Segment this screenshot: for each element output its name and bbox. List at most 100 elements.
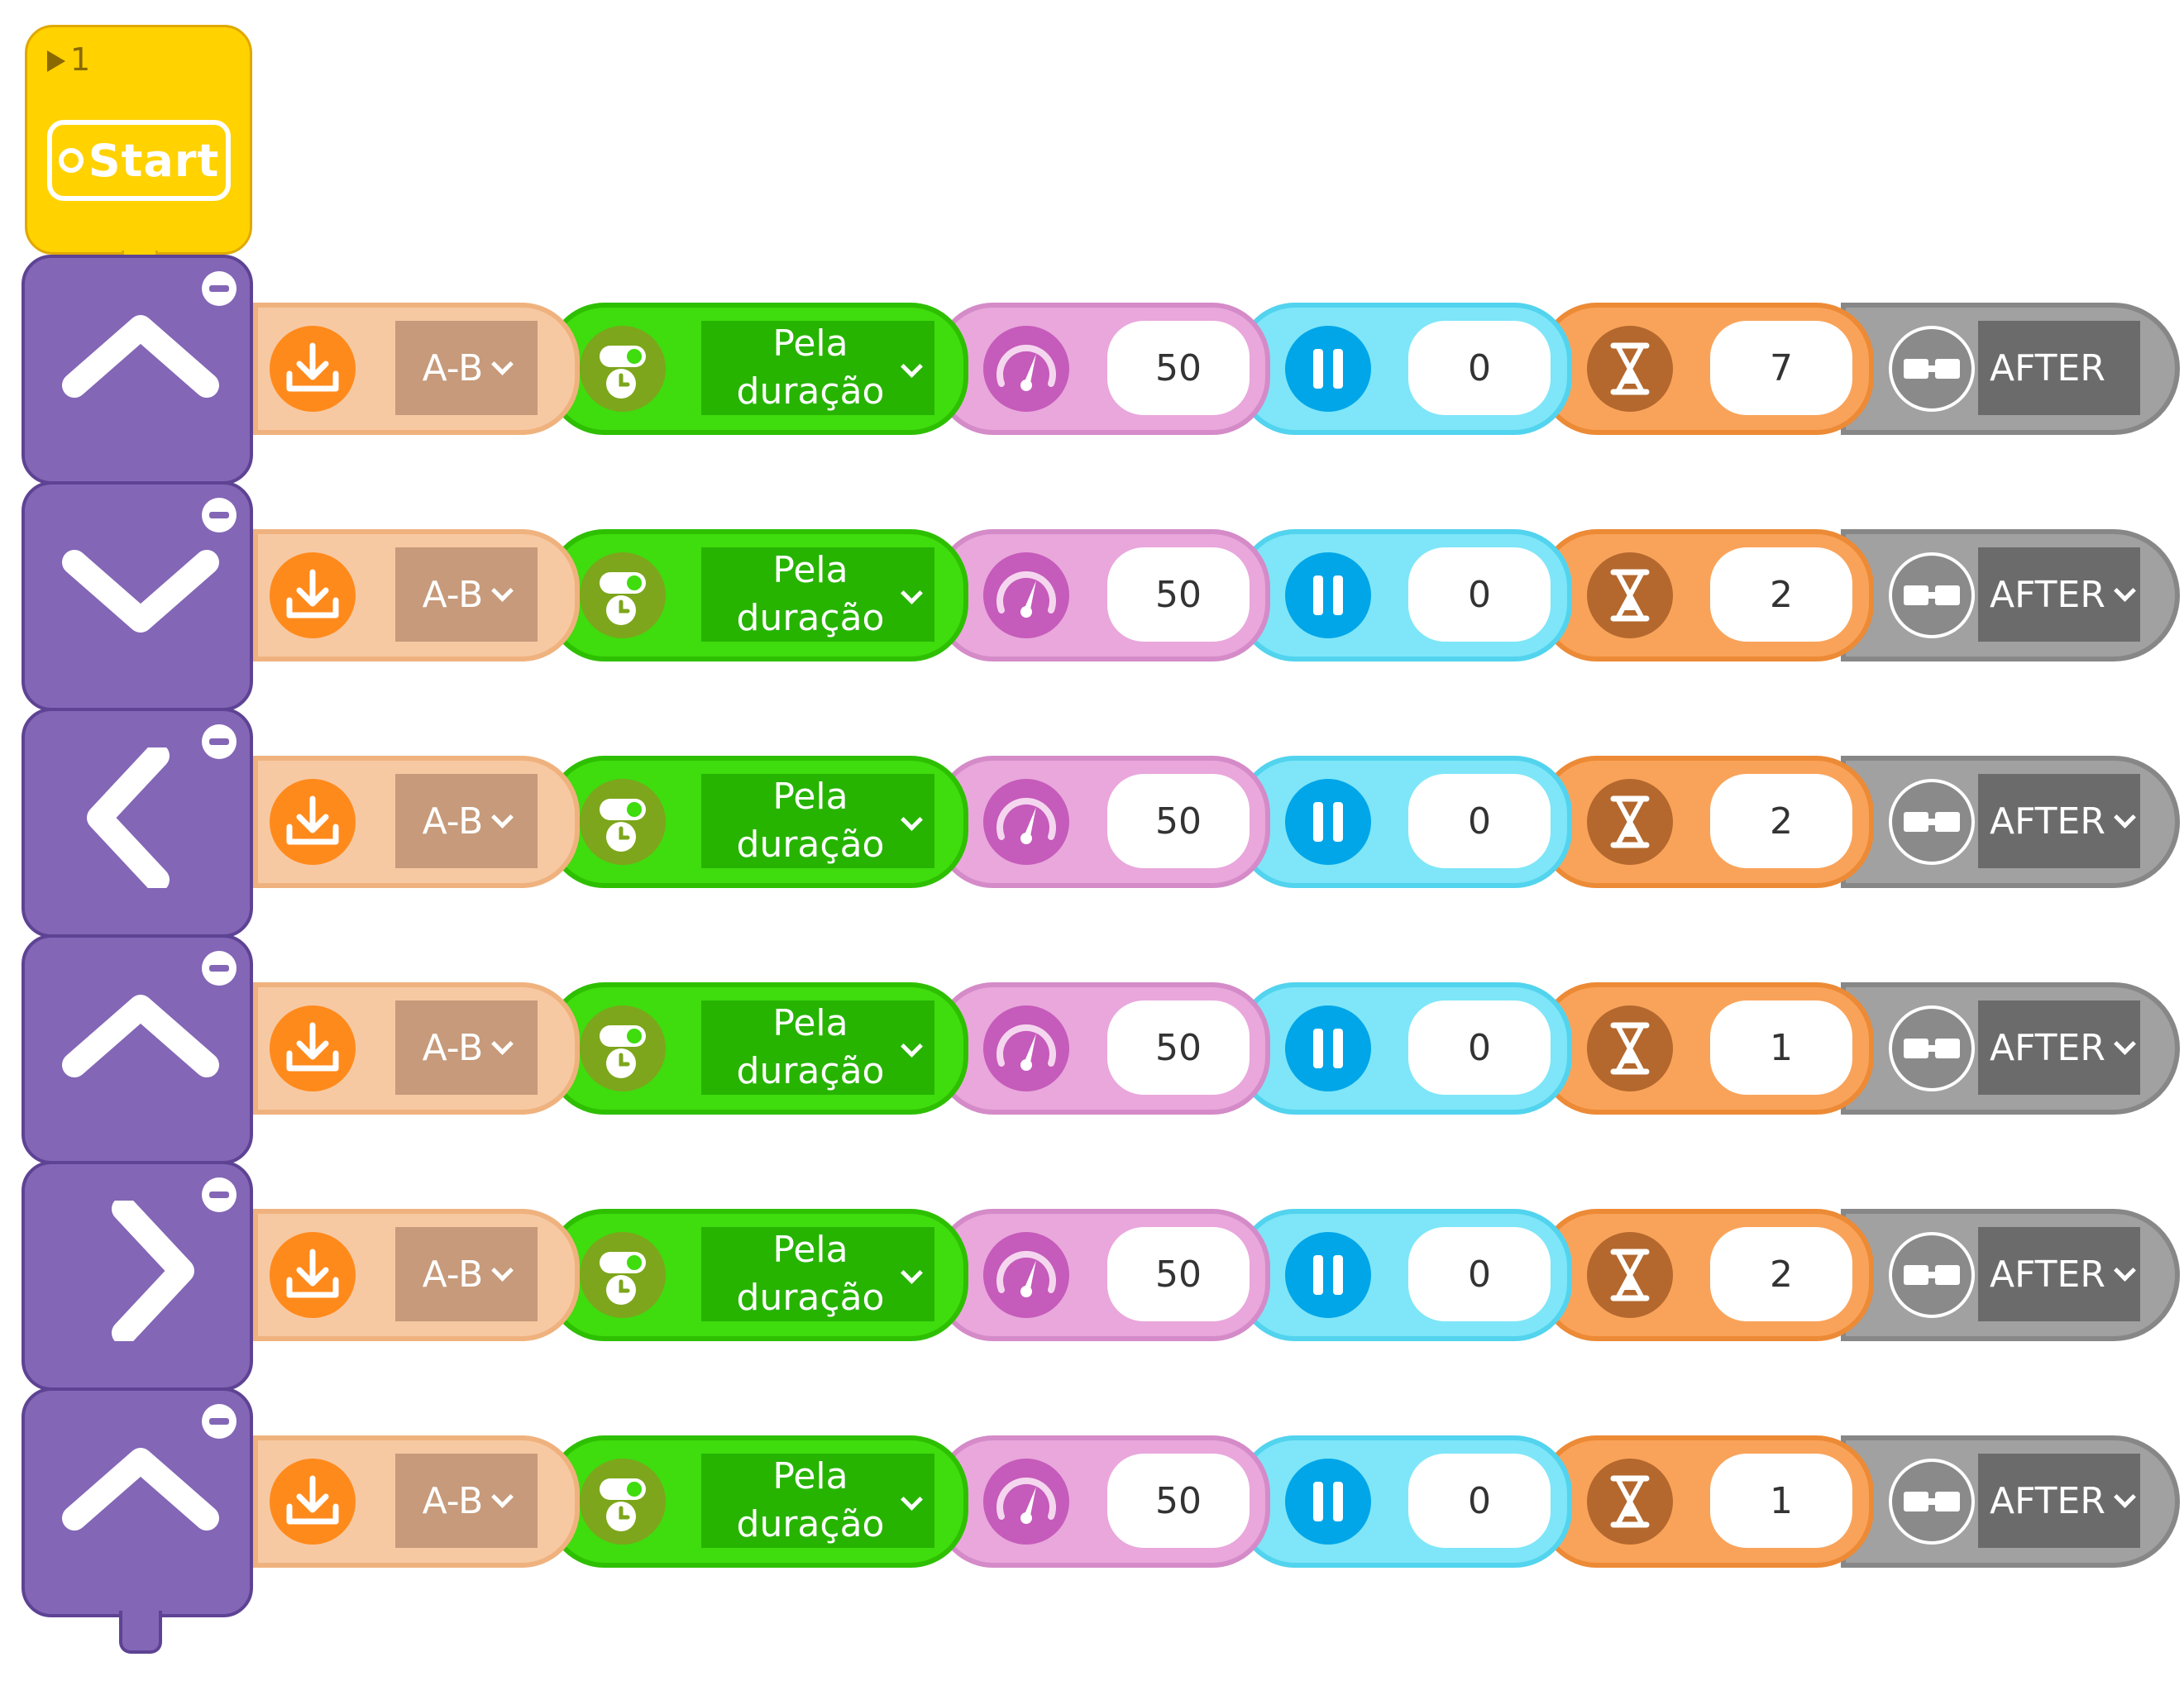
start-button[interactable]: Start [47, 120, 231, 201]
chevron-down-icon [901, 809, 923, 831]
speed-input[interactable]: 50 [1107, 774, 1250, 868]
duration-input[interactable]: 2 [1710, 1227, 1852, 1321]
wait-input[interactable]: 0 [1408, 1000, 1551, 1095]
toggle-clock-icon [580, 779, 666, 865]
arrow-left-icon [87, 747, 170, 888]
duration-input[interactable]: 1 [1710, 1454, 1852, 1548]
duration-input[interactable]: 1 [1710, 1000, 1852, 1095]
after-value: AFTER [1990, 1253, 2105, 1296]
download-tray-icon [270, 1459, 356, 1545]
mode-line-2: duração [736, 1503, 885, 1545]
mode-dropdown[interactable]: Pela duração [701, 774, 934, 868]
mode-line-1: Pela [772, 549, 848, 591]
wait-input[interactable]: 0 [1408, 774, 1551, 868]
link-blocks-icon [1889, 1005, 1975, 1091]
mode-dropdown[interactable]: Pela duração [701, 547, 934, 642]
arrow-up-icon [62, 315, 219, 398]
duration-input[interactable]: 2 [1710, 547, 1852, 642]
chevron-down-icon [901, 1488, 923, 1511]
port-dropdown[interactable]: A-B [395, 1000, 538, 1095]
hourglass-icon [1587, 326, 1673, 412]
mode-dropdown[interactable]: Pela duração [701, 1454, 934, 1548]
download-tray-icon [270, 779, 356, 865]
chevron-down-icon [491, 352, 514, 375]
mode-line-2: duração [736, 1050, 885, 1092]
after-dropdown[interactable]: AFTER [1978, 321, 2140, 415]
mode-dropdown[interactable]: Pela duração [701, 1000, 934, 1095]
speed-input[interactable]: 50 [1107, 321, 1250, 415]
after-dropdown[interactable]: AFTER [1978, 1227, 2140, 1321]
move-up-block[interactable] [22, 934, 253, 1164]
pause-icon [1285, 779, 1371, 865]
after-value: AFTER [1990, 800, 2105, 843]
stack-number-label: 1 [70, 41, 91, 78]
link-blocks-icon [1889, 552, 1975, 638]
chevron-down-icon [901, 582, 923, 604]
toggle-clock-icon [580, 1232, 666, 1318]
parameter-row: A-B Pela duração 50 0 7 AFTER [253, 303, 2180, 435]
chevron-down-icon [901, 1262, 923, 1284]
chevron-down-icon [901, 1035, 923, 1058]
mode-dropdown[interactable]: Pela duração [701, 321, 934, 415]
hourglass-icon [1587, 779, 1673, 865]
port-value: A-B [422, 346, 484, 389]
speed-input[interactable]: 50 [1107, 1454, 1250, 1548]
toggle-clock-icon [580, 1459, 666, 1545]
port-dropdown[interactable]: A-B [395, 547, 538, 642]
mode-line-2: duração [736, 597, 885, 639]
pause-icon [1285, 326, 1371, 412]
wait-input[interactable]: 0 [1408, 1227, 1551, 1321]
speedometer-icon [983, 1005, 1069, 1091]
wait-input[interactable]: 0 [1408, 547, 1551, 642]
pause-icon [1285, 1232, 1371, 1318]
hourglass-icon [1587, 1459, 1673, 1545]
wait-input[interactable]: 0 [1408, 321, 1551, 415]
chevron-down-icon [491, 1485, 514, 1508]
duration-input[interactable]: 2 [1710, 774, 1852, 868]
speedometer-icon [983, 326, 1069, 412]
chevron-down-icon [491, 1258, 514, 1282]
port-value: A-B [422, 1479, 484, 1522]
port-dropdown[interactable]: A-B [395, 321, 538, 415]
after-dropdown[interactable]: AFTER [1978, 547, 2140, 642]
port-dropdown[interactable]: A-B [395, 774, 538, 868]
move-left-block[interactable] [22, 708, 253, 938]
wait-input[interactable]: 0 [1408, 1454, 1551, 1548]
pause-icon [1285, 1005, 1371, 1091]
mode-dropdown[interactable]: Pela duração [701, 1227, 934, 1321]
program-canvas: 1 Start A-B Pela duração 50 0 7 AFTER A-B Pela du… [0, 0, 2184, 1681]
chevron-down-icon [2113, 805, 2136, 829]
stack-number: 1 [47, 44, 90, 75]
port-value: A-B [422, 1026, 484, 1069]
arrow-down-icon [62, 550, 219, 633]
chevron-down-icon [2113, 1258, 2136, 1282]
parameter-row: A-B Pela duração 50 0 2 AFTER [253, 756, 2180, 888]
block-connector [119, 1611, 162, 1654]
port-dropdown[interactable]: A-B [395, 1454, 538, 1548]
mode-line-2: duração [736, 824, 885, 866]
download-tray-icon [270, 1232, 356, 1318]
after-dropdown[interactable]: AFTER [1978, 1454, 2140, 1548]
link-blocks-icon [1889, 326, 1975, 412]
after-dropdown[interactable]: AFTER [1978, 1000, 2140, 1095]
mode-line-1: Pela [772, 1002, 848, 1044]
duration-input[interactable]: 7 [1710, 321, 1852, 415]
port-dropdown[interactable]: A-B [395, 1227, 538, 1321]
port-value: A-B [422, 800, 484, 843]
move-up-block[interactable] [22, 1387, 253, 1654]
speed-input[interactable]: 50 [1107, 1000, 1250, 1095]
speedometer-icon [983, 1232, 1069, 1318]
after-value: AFTER [1990, 573, 2105, 616]
move-right-block[interactable] [22, 1161, 253, 1391]
speed-input[interactable]: 50 [1107, 547, 1250, 642]
after-dropdown[interactable]: AFTER [1978, 774, 2140, 868]
chevron-down-icon [901, 356, 923, 378]
speedometer-icon [983, 552, 1069, 638]
mode-line-1: Pela [772, 776, 848, 818]
move-up-block[interactable] [22, 255, 253, 485]
move-down-block[interactable] [22, 481, 253, 711]
speedometer-icon [983, 1459, 1069, 1545]
start-block[interactable]: 1 Start [25, 25, 252, 289]
arrow-up-icon [62, 995, 219, 1077]
speed-input[interactable]: 50 [1107, 1227, 1250, 1321]
